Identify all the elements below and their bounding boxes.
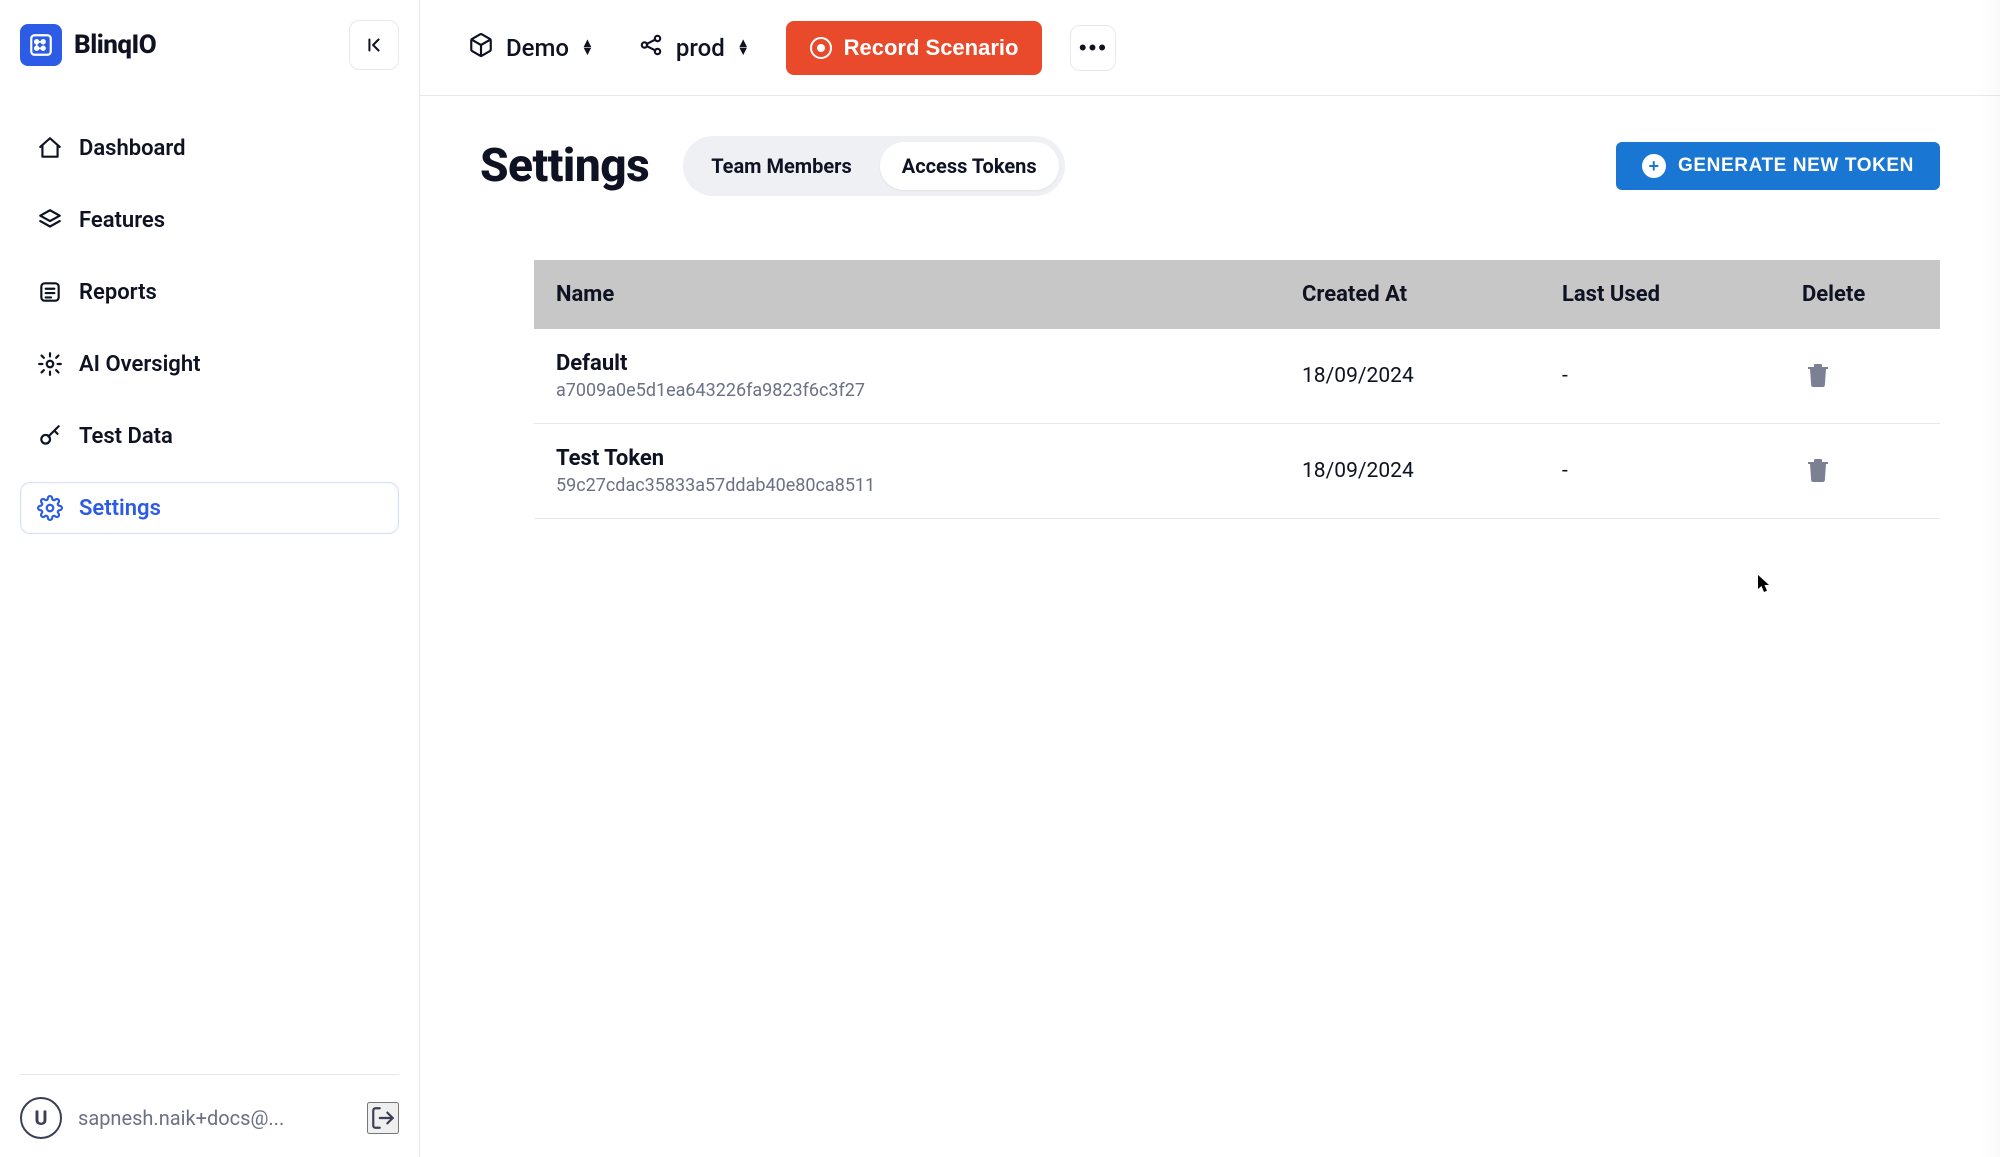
sidebar-item-dashboard[interactable]: Dashboard (20, 122, 399, 174)
content: Settings Team Members Access Tokens + GE… (420, 96, 2000, 559)
chevron-first-icon (363, 34, 385, 56)
tokens-table: Name Created At Last Used Delete Default… (534, 260, 1940, 519)
table-row: Test Token 59c27cdac35833a57ddab40e80ca8… (534, 424, 1940, 519)
sidebar-item-label: Test Data (79, 424, 173, 449)
table-row: Default a7009a0e5d1ea643226fa9823f6c3f27… (534, 329, 1940, 424)
brand: BlinqIO (20, 24, 156, 66)
record-icon (810, 37, 832, 59)
key-icon (37, 423, 63, 449)
collapse-sidebar-button[interactable] (349, 20, 399, 70)
generate-label: GENERATE NEW TOKEN (1678, 155, 1914, 177)
home-icon (37, 135, 63, 161)
tokens-table-wrap: Name Created At Last Used Delete Default… (480, 260, 1940, 519)
sidebar-item-label: Features (79, 208, 165, 233)
tab-label: Team Members (711, 154, 852, 178)
updown-icon: ▲▼ (581, 40, 594, 56)
content-header: Settings Team Members Access Tokens + GE… (480, 136, 1940, 196)
brand-logo-icon (20, 24, 62, 66)
record-scenario-button[interactable]: Record Scenario (786, 21, 1043, 75)
col-lastused: Last Used (1540, 260, 1780, 329)
token-hash: 59c27cdac35833a57ddab40e80ca8511 (556, 475, 1258, 496)
avatar-letter: U (34, 1106, 47, 1130)
record-label: Record Scenario (844, 35, 1019, 61)
trash-icon (1806, 361, 1830, 389)
token-last-used: - (1540, 424, 1780, 519)
project-selector[interactable]: Demo ▲▼ (460, 26, 602, 70)
token-created: 18/09/2024 (1280, 424, 1540, 519)
share-nodes-icon (638, 32, 664, 64)
topbar: Demo ▲▼ prod ▲▼ Record Scenario ••• (420, 0, 2000, 96)
token-name: Default (556, 351, 1258, 376)
env-label: prod (676, 34, 725, 62)
sidebar-item-reports[interactable]: Reports (20, 266, 399, 318)
plus-icon: + (1642, 154, 1666, 178)
env-selector[interactable]: prod ▲▼ (630, 26, 758, 70)
more-icon: ••• (1079, 35, 1108, 61)
more-button[interactable]: ••• (1070, 25, 1116, 71)
token-last-used: - (1540, 329, 1780, 424)
gear-icon (37, 495, 63, 521)
sidebar-item-features[interactable]: Features (20, 194, 399, 246)
package-icon (468, 32, 494, 64)
sidebar-item-label: Settings (79, 496, 161, 521)
logout-icon (370, 1105, 396, 1131)
layers-icon (37, 207, 63, 233)
sidebar-item-test-data[interactable]: Test Data (20, 410, 399, 462)
table-header-row: Name Created At Last Used Delete (534, 260, 1940, 329)
delete-token-button[interactable] (1802, 357, 1834, 396)
brand-name: BlinqIO (74, 30, 156, 60)
updown-icon: ▲▼ (737, 40, 750, 56)
col-name: Name (534, 260, 1280, 329)
col-created: Created At (1280, 260, 1540, 329)
main: Demo ▲▼ prod ▲▼ Record Scenario ••• (420, 0, 2000, 1157)
sidebar-item-settings[interactable]: Settings (20, 482, 399, 534)
token-created: 18/09/2024 (1280, 329, 1540, 424)
settings-tabs: Team Members Access Tokens (683, 136, 1064, 196)
col-delete: Delete (1780, 260, 1940, 329)
trash-icon (1806, 456, 1830, 484)
avatar[interactable]: U (20, 1097, 62, 1139)
list-icon (37, 279, 63, 305)
sidebar-footer: U sapnesh.naik+docs@... (20, 1074, 399, 1139)
logout-button[interactable] (367, 1102, 399, 1134)
tab-team-members[interactable]: Team Members (689, 142, 874, 190)
sidebar: BlinqIO Dashboard Features (0, 0, 420, 1157)
token-name: Test Token (556, 446, 1258, 471)
project-label: Demo (506, 34, 569, 62)
sidebar-item-ai-oversight[interactable]: AI Oversight (20, 338, 399, 390)
tab-label: Access Tokens (902, 154, 1037, 178)
sidebar-item-label: Dashboard (79, 136, 185, 161)
sidebar-item-label: AI Oversight (79, 352, 201, 377)
generate-new-token-button[interactable]: + GENERATE NEW TOKEN (1616, 142, 1940, 190)
sidebar-nav: Dashboard Features Reports AI Oversight (20, 122, 399, 534)
token-hash: a7009a0e5d1ea643226fa9823f6c3f27 (556, 380, 1258, 401)
tab-access-tokens[interactable]: Access Tokens (880, 142, 1059, 190)
scrollbar[interactable] (1980, 0, 2000, 1157)
user-email: sapnesh.naik+docs@... (78, 1106, 351, 1130)
sidebar-item-label: Reports (79, 280, 157, 305)
delete-token-button[interactable] (1802, 452, 1834, 491)
page-title: Settings (480, 139, 649, 193)
shield-icon (37, 351, 63, 377)
